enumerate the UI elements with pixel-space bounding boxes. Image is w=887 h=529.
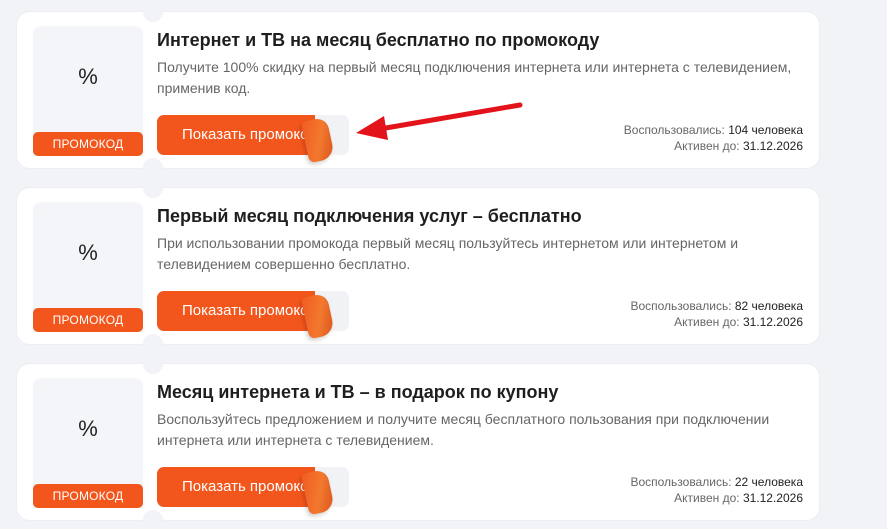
card-notch (143, 158, 163, 178)
promo-card: % ПРОМОКОД Месяц интернета и ТВ – в пода… (16, 354, 820, 529)
active-value: 31.12.2026 (742, 491, 803, 505)
promo-list: % ПРОМОКОД Интернет и ТВ на месяц беспла… (0, 0, 887, 529)
used-label: Воспользовались: (623, 123, 725, 137)
show-promocode-control[interactable]: Показать промокод (157, 467, 349, 516)
coupon-badge: % ПРОМОКОД (33, 378, 143, 508)
percent-icon: % (78, 64, 98, 89)
show-promocode-button[interactable]: Показать промокод (157, 115, 315, 155)
percent-icon: % (78, 240, 98, 265)
used-value: 22 человека (734, 475, 803, 489)
show-promocode-control[interactable]: Показать промокод (157, 115, 349, 164)
show-promocode-control[interactable]: Показать промокод (157, 291, 349, 340)
show-promocode-button[interactable]: Показать промокод (157, 467, 315, 507)
used-value: 104 человека (728, 123, 803, 137)
promo-description: Получите 100% скидку на первый месяц под… (157, 59, 792, 96)
coupon-badge: % ПРОМОКОД (33, 202, 143, 332)
promo-title: Месяц интернета и ТВ – в подарок по купо… (157, 382, 559, 402)
promo-tag: ПРОМОКОД (33, 132, 143, 156)
coupon-badge: % ПРОМОКОД (33, 26, 143, 156)
card-notch (143, 510, 163, 529)
show-promocode-button[interactable]: Показать промокод (157, 291, 315, 331)
promo-stats: Воспользовались: 22 человека Активен до:… (630, 474, 803, 506)
active-value: 31.12.2026 (742, 139, 803, 153)
active-label: Активен до: (674, 139, 740, 153)
promo-stats: Воспользовались: 82 человека Активен до:… (630, 298, 803, 330)
promo-stats: Воспользовались: 104 человека Активен до… (624, 122, 803, 154)
promo-description: Воспользуйтесь предложением и получите м… (157, 411, 770, 448)
promo-title: Интернет и ТВ на месяц бесплатно по пром… (157, 30, 600, 50)
promo-description: При использовании промокода первый месяц… (157, 235, 739, 272)
used-label: Воспользовались: (630, 299, 732, 313)
promo-tag: ПРОМОКОД (33, 308, 143, 332)
active-value: 31.12.2026 (742, 315, 803, 329)
promo-tag: ПРОМОКОД (33, 484, 143, 508)
card-notch (143, 178, 163, 198)
used-value: 82 человека (734, 299, 803, 313)
active-label: Активен до: (674, 315, 740, 329)
promo-title: Первый месяц подключения услуг – бесплат… (157, 206, 582, 226)
card-notch (143, 334, 163, 354)
card-notch (143, 354, 163, 374)
promo-card: % ПРОМОКОД Первый месяц подключения услу… (16, 178, 820, 354)
active-label: Активен до: (674, 491, 740, 505)
card-notch (143, 2, 163, 22)
red-arrow-icon (356, 102, 523, 140)
percent-icon: % (78, 416, 98, 441)
used-label: Воспользовались: (630, 475, 732, 489)
